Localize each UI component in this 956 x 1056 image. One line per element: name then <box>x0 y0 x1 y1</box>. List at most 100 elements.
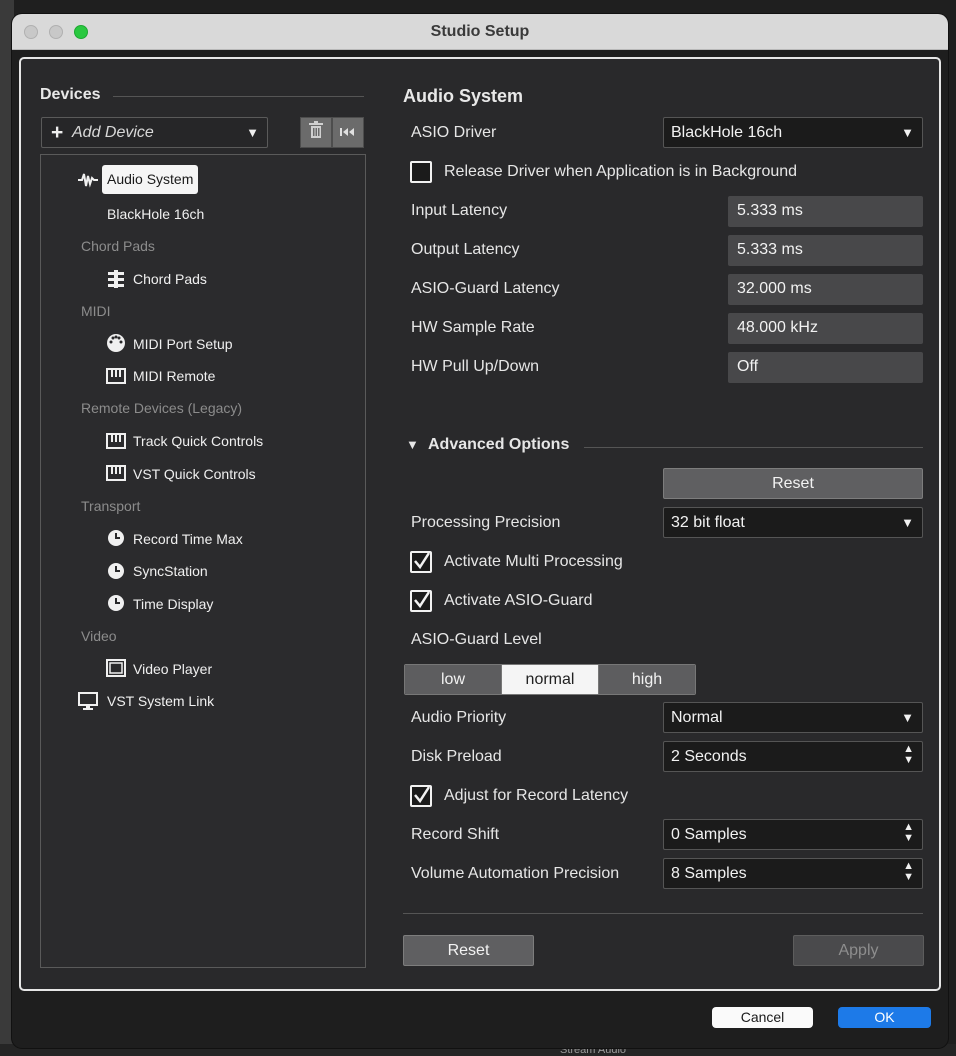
panel-reset-button[interactable]: Reset <box>403 935 534 966</box>
delete-device-button[interactable] <box>300 117 332 148</box>
asio-guard-level-segmented: low normal high <box>404 664 696 695</box>
monitor-icon <box>78 692 98 710</box>
asio-guard-checkbox[interactable] <box>410 590 432 612</box>
bottom-divider <box>403 913 923 914</box>
audio-priority-label: Audio Priority <box>411 709 507 726</box>
tree-category-transport[interactable]: Transport <box>81 498 140 514</box>
tree-item-track-quick-controls[interactable]: Track Quick Controls <box>133 433 263 449</box>
hw-pull-value: Off <box>728 352 923 383</box>
checkmark-icon <box>414 591 431 609</box>
release-driver-checkbox[interactable] <box>410 161 432 183</box>
volume-automation-select[interactable]: 8 Samples ▲ ▼ <box>663 858 923 889</box>
stepper-arrows-icon: ▲ ▼ <box>903 821 914 844</box>
release-driver-label: Release Driver when Application is in Ba… <box>444 163 798 180</box>
output-latency-value: 5.333 ms <box>728 235 923 266</box>
tree-item-audio-system[interactable]: Audio System <box>102 165 199 194</box>
tree-category-remote-devices[interactable]: Remote Devices (Legacy) <box>81 400 242 416</box>
advanced-divider <box>584 447 923 448</box>
dropdown-arrow-icon: ▼ <box>246 125 259 140</box>
disk-preload-select[interactable]: 2 Seconds ▲ ▼ <box>663 741 923 772</box>
asio-driver-value: BlackHole 16ch <box>671 124 783 141</box>
record-shift-select[interactable]: 0 Samples ▲ ▼ <box>663 819 923 850</box>
tree-item-blackhole[interactable]: BlackHole 16ch <box>107 206 204 222</box>
disk-preload-label: Disk Preload <box>411 748 502 765</box>
window-title: Studio Setup <box>430 23 530 40</box>
cancel-button[interactable]: Cancel <box>712 1007 813 1028</box>
add-device-dropdown[interactable]: + Add Device ▼ <box>41 117 268 148</box>
devices-divider <box>113 96 364 97</box>
tree-item-record-time-max[interactable]: Record Time Max <box>133 531 243 547</box>
tree-item-midi-remote[interactable]: MIDI Remote <box>133 368 215 384</box>
stepper-arrows-icon: ▲ ▼ <box>903 860 914 883</box>
apply-button[interactable]: Apply <box>793 935 924 966</box>
tree-item-vst-system-link[interactable]: VST System Link <box>107 693 214 709</box>
tree-category-chord-pads[interactable]: Chord Pads <box>81 238 155 254</box>
input-latency-value: 5.333 ms <box>728 196 923 227</box>
asio-driver-select[interactable]: BlackHole 16ch ▼ <box>663 117 923 148</box>
tree-item-video-player[interactable]: Video Player <box>133 661 212 677</box>
title-bar: Studio Setup <box>12 14 948 50</box>
advanced-options-heading[interactable]: Advanced Options <box>428 436 569 454</box>
sliders-icon <box>106 270 126 288</box>
tree-item-midi-port-setup[interactable]: MIDI Port Setup <box>133 336 233 352</box>
dropdown-arrow-icon: ▼ <box>901 515 914 530</box>
ok-button[interactable]: OK <box>838 1007 931 1028</box>
devices-heading: Devices <box>40 86 101 103</box>
asio-guard-level-normal[interactable]: normal <box>501 665 598 694</box>
output-latency-label: Output Latency <box>411 241 520 258</box>
midi-port-icon <box>106 334 126 352</box>
film-icon <box>106 659 126 677</box>
stepper-arrows-icon: ▲ ▼ <box>903 743 914 766</box>
device-tree: Audio System BlackHole 16ch Chord Pads C… <box>40 154 366 968</box>
tree-item-chord-pads[interactable]: Chord Pads <box>133 271 207 287</box>
tree-category-midi[interactable]: MIDI <box>81 303 111 319</box>
plus-icon: + <box>51 121 64 144</box>
audio-priority-value: Normal <box>671 709 723 726</box>
asio-guard-latency-label: ASIO-Guard Latency <box>411 280 560 297</box>
input-latency-label: Input Latency <box>411 202 508 219</box>
dropdown-arrow-icon: ▼ <box>901 125 914 140</box>
volume-automation-value: 8 Samples <box>671 865 747 882</box>
studio-setup-window: Studio Setup Devices + Add Device ▼ Audi… <box>12 14 948 1048</box>
collapse-triangle-icon[interactable]: ▼ <box>406 437 419 452</box>
clock-icon <box>106 529 126 547</box>
asio-driver-label: ASIO Driver <box>411 124 497 141</box>
multi-processing-checkbox[interactable] <box>410 551 432 573</box>
trash-icon <box>308 121 324 144</box>
asio-guard-level-high[interactable]: high <box>598 665 695 694</box>
checkmark-icon <box>414 552 431 570</box>
clock-icon <box>106 594 126 612</box>
keyboard-icon <box>106 464 126 482</box>
tree-item-time-display[interactable]: Time Display <box>133 596 213 612</box>
asio-guard-level-low[interactable]: low <box>405 665 501 694</box>
asio-guard-level-label: ASIO-Guard Level <box>411 631 542 648</box>
processing-precision-label: Processing Precision <box>411 514 561 531</box>
processing-precision-value: 32 bit float <box>671 514 745 531</box>
adjust-record-latency-label: Adjust for Record Latency <box>444 787 629 804</box>
disk-preload-value: 2 Seconds <box>671 748 747 765</box>
add-device-label: Add Device <box>72 124 154 141</box>
clock-icon <box>106 562 126 580</box>
tree-category-video[interactable]: Video <box>81 628 117 644</box>
tree-item-vst-quick-controls[interactable]: VST Quick Controls <box>133 466 256 482</box>
reset-device-button[interactable] <box>332 117 364 148</box>
volume-automation-label: Volume Automation Precision <box>411 865 620 882</box>
processing-precision-select[interactable]: 32 bit float ▼ <box>663 507 923 538</box>
keyboard-icon <box>106 432 126 450</box>
multi-processing-label: Activate Multi Processing <box>444 553 623 570</box>
keyboard-icon <box>106 367 126 385</box>
waveform-icon <box>78 171 98 189</box>
audio-priority-select[interactable]: Normal ▼ <box>663 702 923 733</box>
adjust-record-latency-checkbox[interactable] <box>410 785 432 807</box>
checkmark-icon <box>414 786 431 804</box>
record-shift-value: 0 Samples <box>671 826 747 843</box>
dropdown-arrow-icon: ▼ <box>901 710 914 725</box>
record-shift-label: Record Shift <box>411 826 500 843</box>
asio-guard-label: Activate ASIO-Guard <box>444 592 593 609</box>
advanced-reset-button[interactable]: Reset <box>663 468 923 499</box>
tree-item-syncstation[interactable]: SyncStation <box>133 563 208 579</box>
hw-pull-label: HW Pull Up/Down <box>411 358 540 375</box>
setup-panel: Devices + Add Device ▼ Audio System Blac… <box>19 57 941 991</box>
rewind-icon <box>340 124 356 142</box>
hw-sample-rate-label: HW Sample Rate <box>411 319 535 336</box>
